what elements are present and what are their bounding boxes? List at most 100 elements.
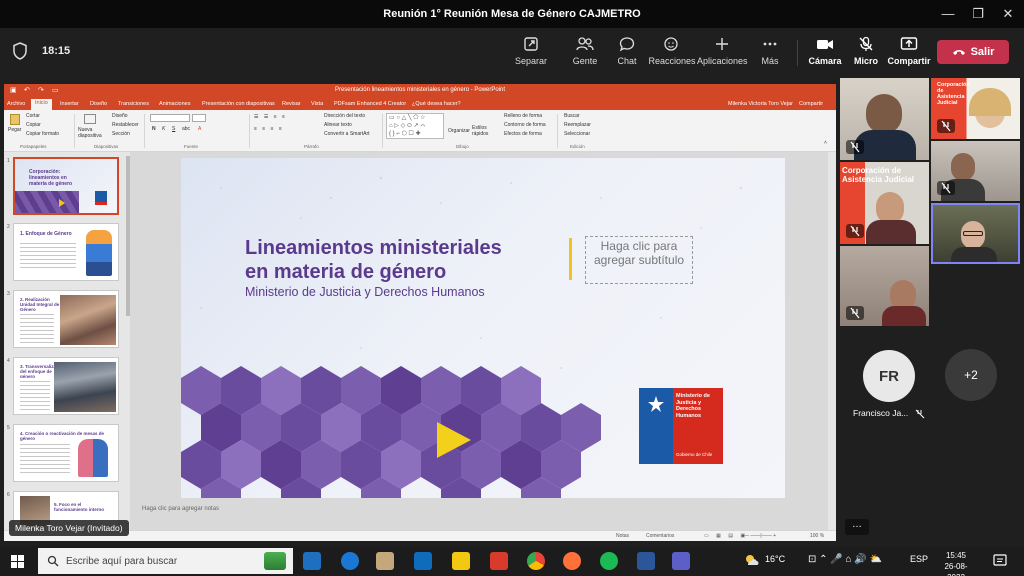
current-slide[interactable]: Lineamientos ministeriales en materia de… <box>181 158 785 498</box>
tray-icons[interactable]: ⊡ ⌃ 🎤 ⌂ 🔊 ⛅ <box>808 554 882 565</box>
smartart-label[interactable]: Convertir a SmartArt <box>324 131 370 137</box>
weather-temp[interactable]: 16°C <box>765 554 785 564</box>
slide-accent-bar <box>569 238 572 280</box>
layout-label[interactable]: Diseño <box>112 113 128 119</box>
tab-vista[interactable]: Vista <box>311 101 323 107</box>
tell-me-search[interactable]: ¿Qué desea hacer? <box>412 101 461 107</box>
participant-tile-3[interactable] <box>931 141 1020 201</box>
maximize-icon[interactable]: ❐ <box>968 6 988 22</box>
subtitle-placeholder[interactable]: Haga clic para agregar subtítulo <box>585 236 693 284</box>
new-slide-icon[interactable] <box>84 114 96 124</box>
format-painter-label[interactable]: Copiar formato <box>26 131 59 137</box>
taskbar-clock[interactable]: 15:45 26-08-2022 <box>936 550 976 576</box>
word-icon[interactable] <box>637 552 655 570</box>
new-slide-label[interactable]: Nueva diapositiva <box>78 127 104 139</box>
italic-icon[interactable]: K <box>162 126 165 132</box>
tab-archivo[interactable]: Archivo <box>7 101 25 107</box>
participant-hair <box>969 88 1011 116</box>
tab-pdfsam[interactable]: PDFsam Enhanced 4 Creator <box>334 101 406 107</box>
minimize-icon[interactable]: — <box>938 6 958 21</box>
copy-label[interactable]: Copiar <box>26 122 41 128</box>
slide-thumbnail-5[interactable]: 4. Creación o reactivación de mesas de g… <box>13 424 119 482</box>
tab-transiciones[interactable]: Transiciones <box>118 101 149 107</box>
task-view-icon[interactable] <box>303 552 321 570</box>
thumb-number: 2 <box>7 224 10 230</box>
outlook-icon[interactable] <box>414 552 432 570</box>
font-name-input[interactable] <box>150 114 190 122</box>
comments-toggle[interactable]: Comentarios <box>646 533 674 539</box>
participant-avatar-fr[interactable]: FR <box>863 350 915 402</box>
font-size-input[interactable] <box>192 114 206 122</box>
slide-thumbnail-1[interactable]: Corporación: lineamientos en materia de … <box>13 157 119 215</box>
shape-outline-label[interactable]: Contorno de forma <box>504 122 546 128</box>
app-icon[interactable] <box>490 552 508 570</box>
file-explorer-icon[interactable] <box>452 552 470 570</box>
spotify-icon[interactable] <box>600 552 618 570</box>
windows-start-icon[interactable] <box>11 555 24 568</box>
share-button[interactable]: Compartir <box>884 36 934 66</box>
paste-icon[interactable] <box>10 114 20 125</box>
replace-label[interactable]: Reemplazar <box>564 122 591 128</box>
cut-label[interactable]: Cortar <box>26 113 40 119</box>
firefox-icon[interactable] <box>563 552 581 570</box>
strikethrough-icon[interactable]: abc <box>182 126 190 132</box>
collapse-ribbon-icon[interactable]: ˄ <box>824 140 827 146</box>
more-button[interactable]: Más <box>745 36 795 66</box>
find-label[interactable]: Buscar <box>564 113 580 119</box>
taskbar-search-input[interactable]: Escribe aquí para buscar <box>38 548 293 574</box>
edge-icon[interactable] <box>341 552 359 570</box>
chrome-icon[interactable] <box>527 552 545 570</box>
quick-styles-label[interactable]: Estilos rápidos <box>472 125 494 137</box>
tab-revisar[interactable]: Revisar <box>282 101 301 107</box>
align-text-label[interactable]: Alinear texto <box>324 122 352 128</box>
list-icons[interactable]: ☰ ☰ ≡ ≡ <box>254 114 287 120</box>
ppt-user-name: Milenka Victoria Toro Vejar <box>728 101 793 107</box>
font-color-icon[interactable]: A <box>198 126 201 132</box>
select-label[interactable]: Seleccionar <box>564 131 590 137</box>
notes-placeholder[interactable]: Haga clic para agregar notas <box>142 506 219 512</box>
map-app-icon <box>264 552 286 570</box>
slide-thumbnail-3[interactable]: 2. Realización Unidad Integral de Género <box>13 290 119 348</box>
notes-toggle[interactable]: Notas <box>616 533 629 539</box>
tab-inicio[interactable]: Inicio <box>31 99 52 110</box>
section-label[interactable]: Sección <box>112 131 130 137</box>
shield-icon[interactable] <box>12 42 28 60</box>
more-options-button[interactable]: … <box>845 519 869 535</box>
align-icons[interactable]: ≡ ≡ ≡ ≡ <box>254 126 284 132</box>
slide-thumbnail-4[interactable]: 3. Transversalización del enfoque de gén… <box>13 357 119 415</box>
slide-title: Lineamientos ministeriales en materia de… <box>245 236 502 284</box>
bold-icon[interactable]: N <box>152 126 156 132</box>
notifications-icon[interactable] <box>993 554 1007 568</box>
zoom-slider[interactable]: — ——|—— + <box>744 533 776 539</box>
editor-scrollbar[interactable] <box>828 152 836 530</box>
participant-tile-2[interactable]: Corporación de Asistencia Judicial <box>931 78 1020 139</box>
input-language[interactable]: ESP <box>910 554 928 564</box>
tab-presentacion[interactable]: Presentación con diapositivas <box>202 101 275 107</box>
more-participants-button[interactable]: +2 <box>945 349 997 401</box>
close-icon[interactable]: ✕ <box>998 6 1018 22</box>
arrange-label[interactable]: Organizar <box>448 128 470 134</box>
chat-button[interactable]: Chat <box>602 36 652 66</box>
shape-effects-label[interactable]: Efectos de forma <box>504 131 542 137</box>
leave-button[interactable]: Salir <box>937 40 1009 64</box>
tab-diseno[interactable]: Diseño <box>90 101 107 107</box>
shape-fill-label[interactable]: Relleno de forma <box>504 113 542 119</box>
participant-tile-1[interactable] <box>840 78 929 160</box>
reactions-button[interactable]: Reacciones <box>647 36 697 66</box>
underline-icon[interactable]: S <box>172 126 175 132</box>
shapes-gallery[interactable]: ▭ ○ △ ╲ ⬠ ☆ ⌂ ▷ ◇ ⬭ ↗ ⌒{ } ⌐ ⬡ ☐ ✚ <box>386 113 444 139</box>
reset-label[interactable]: Restablecer <box>112 122 139 128</box>
participant-tile-5-active[interactable] <box>931 203 1020 264</box>
paint-icon[interactable] <box>376 552 394 570</box>
view-buttons[interactable]: ▭ ▦ ▤ ▣ <box>704 533 748 539</box>
participant-tile-4[interactable]: Corporación de Asistencia Judicial <box>840 162 929 244</box>
tab-insertar[interactable]: Insertar <box>60 101 79 107</box>
tab-animaciones[interactable]: Animaciones <box>159 101 191 107</box>
teams-icon[interactable] <box>672 552 690 570</box>
popout-button[interactable]: Separar <box>506 36 556 66</box>
participant-tile-6[interactable] <box>840 246 929 326</box>
apps-button[interactable]: Aplicaciones <box>697 36 748 66</box>
slide-thumbnail-2[interactable]: 1. Enfoque de Género <box>13 223 119 281</box>
text-direction-label[interactable]: Dirección del texto <box>324 113 365 119</box>
ppt-share-button[interactable]: Compartir <box>799 101 823 107</box>
